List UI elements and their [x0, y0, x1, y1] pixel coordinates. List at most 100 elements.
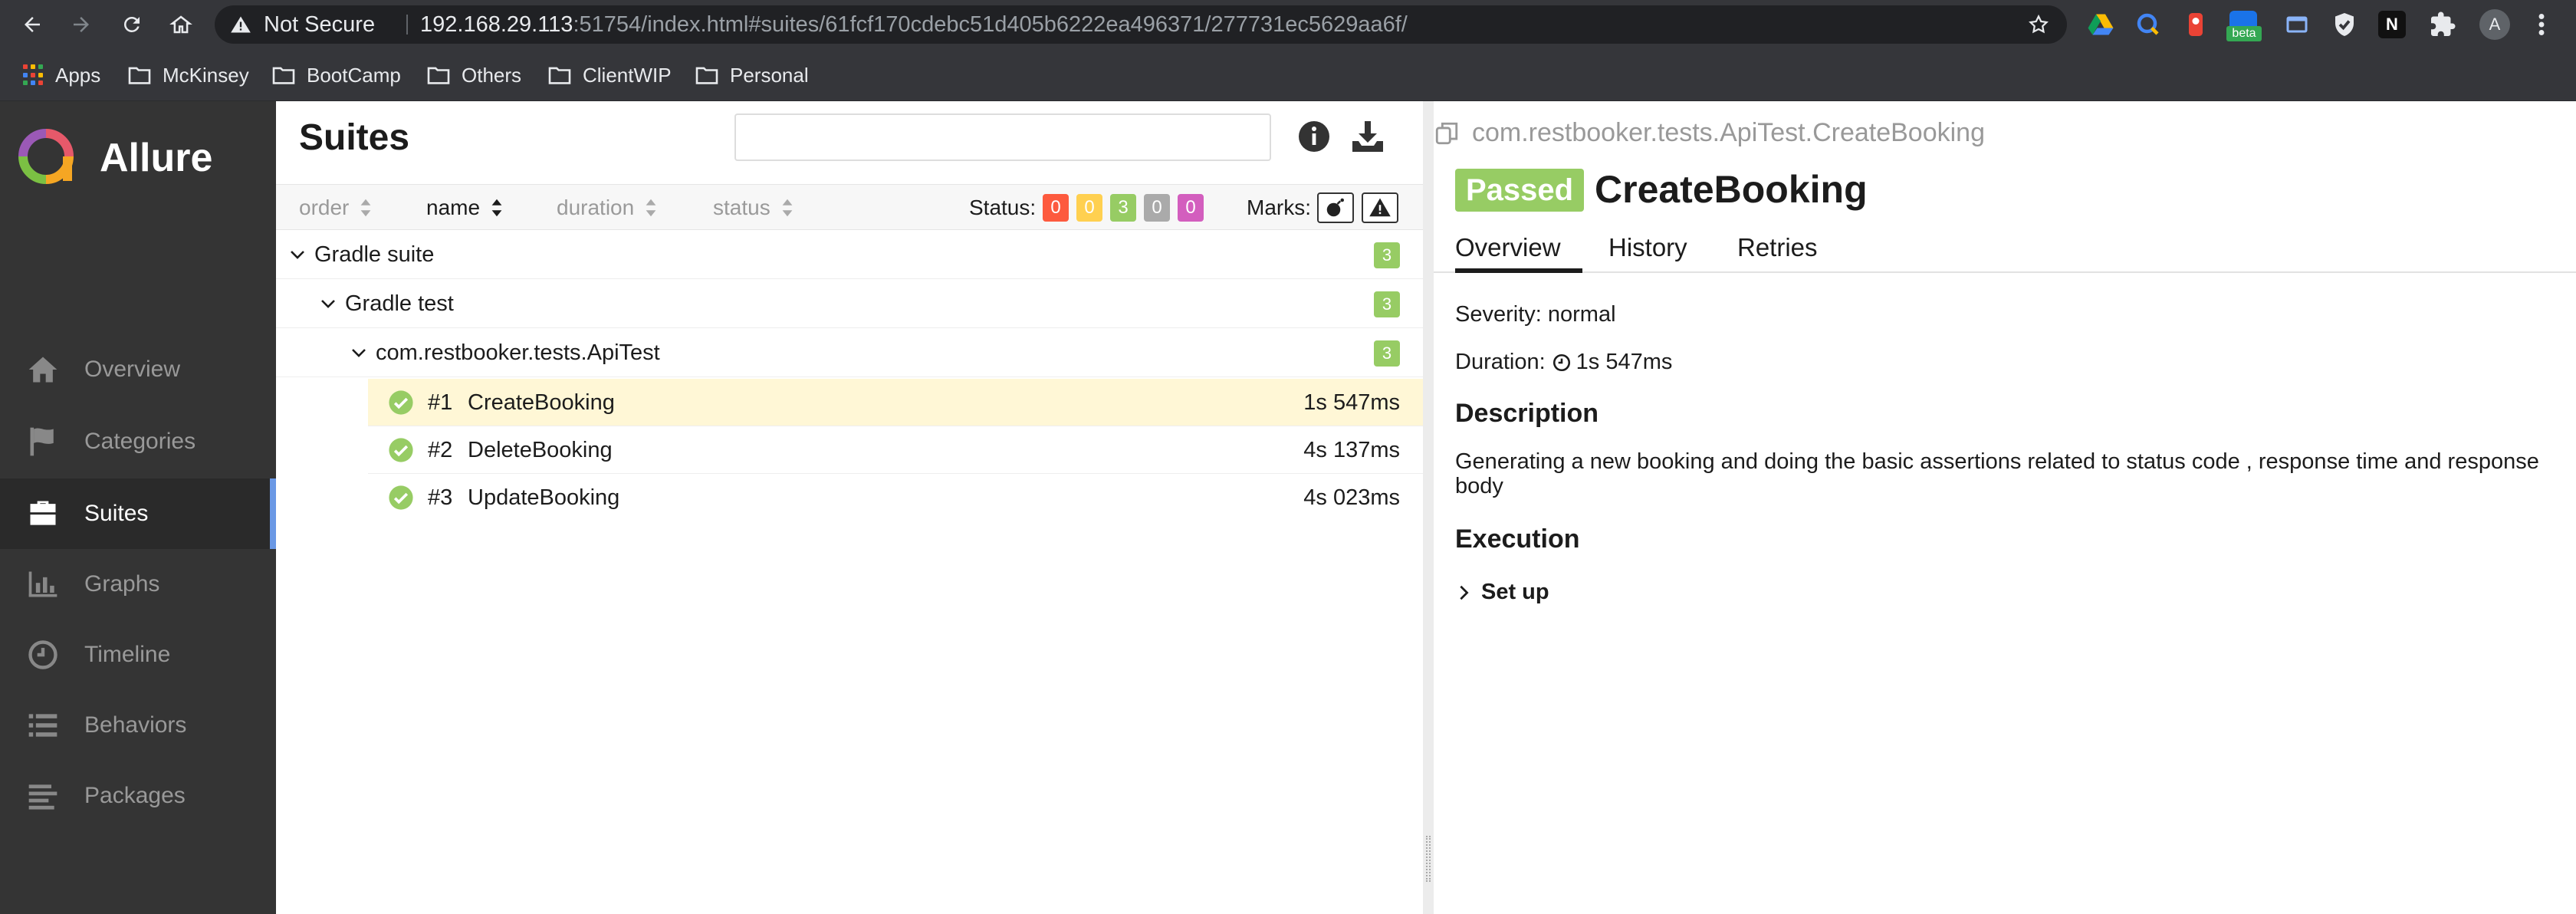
tree-group-gradle-suite[interactable]: Gradle suite 3	[276, 230, 1423, 279]
warning-triangle-icon	[1369, 198, 1391, 217]
puzzle-extensions-icon[interactable]	[2429, 11, 2456, 38]
notion-extension-icon[interactable]: N	[2378, 11, 2406, 38]
bookmark-star-icon[interactable]	[2027, 13, 2050, 36]
description-text: Generating a new booking and doing the b…	[1455, 449, 2539, 498]
passed-count-badge: 3	[1374, 340, 1400, 367]
sort-status[interactable]: status	[713, 185, 794, 231]
setup-section-toggle[interactable]: Set up	[1455, 580, 1549, 605]
sidebar-item-behaviors[interactable]: Behaviors	[0, 690, 276, 761]
info-icon[interactable]	[1296, 118, 1332, 155]
reload-button[interactable]	[115, 8, 149, 41]
mark-flaky-toggle[interactable]	[1317, 192, 1354, 223]
search-extension-icon[interactable]	[2134, 11, 2162, 38]
copy-icon[interactable]	[1434, 120, 1460, 146]
test-row-createbooking[interactable]: #1 CreateBooking 1s 547ms	[368, 379, 1423, 426]
bookmark-bootcamp[interactable]: BootCamp	[271, 49, 401, 101]
tree-group-gradle-test[interactable]: Gradle test 3	[276, 279, 1423, 328]
check-circle-icon	[389, 485, 413, 510]
status-filter-label: Status:	[969, 196, 1037, 219]
beta-badge: beta	[2226, 26, 2262, 41]
status-passed-count[interactable]: 3	[1110, 194, 1136, 222]
sidebar-item-categories[interactable]: Categories	[0, 406, 276, 477]
rocket-extension-icon[interactable]	[2182, 11, 2210, 38]
marks-filter-label: Marks:	[1247, 196, 1311, 219]
sort-arrows-icon	[491, 199, 502, 217]
check-circle-icon	[389, 390, 413, 415]
sidebar-item-graphs[interactable]: Graphs	[0, 549, 276, 620]
test-duration: 1s 547ms	[1303, 390, 1400, 415]
url-path: :51754/index.html#suites/61fcf170cdebc51…	[573, 12, 1408, 37]
passed-count-badge: 3	[1374, 291, 1400, 317]
sort-order[interactable]: order	[299, 185, 372, 231]
bookmark-apps[interactable]: Apps	[23, 49, 100, 101]
window-extension-icon[interactable]	[2283, 11, 2311, 38]
more-vert-icon[interactable]	[2530, 11, 2553, 38]
test-name: CreateBooking	[468, 390, 615, 415]
tab-retries[interactable]: Retries	[1737, 224, 1818, 273]
tree-group-label: Gradle test	[345, 291, 454, 316]
bookmark-others[interactable]: Others	[426, 49, 521, 101]
sort-label: order	[299, 196, 350, 219]
sidebar-item-suites[interactable]: Suites	[0, 478, 276, 549]
shield-extension-icon[interactable]	[2331, 11, 2358, 38]
sort-name[interactable]: name	[426, 185, 503, 231]
warning-icon	[231, 16, 251, 33]
sidebar-item-timeline[interactable]: Timeline	[0, 620, 276, 690]
status-skipped-count[interactable]: 0	[1144, 194, 1170, 222]
tab-history[interactable]: History	[1608, 224, 1687, 273]
mark-new-failed-toggle[interactable]	[1362, 192, 1398, 223]
sidebar-item-overview[interactable]: Overview	[0, 334, 276, 405]
sidebar-item-packages[interactable]: Packages	[0, 761, 276, 831]
sidebar-item-label: Suites	[84, 501, 149, 526]
folder-icon	[695, 67, 718, 84]
status-unknown-count[interactable]: 0	[1178, 194, 1204, 222]
flag-icon	[30, 427, 54, 456]
suites-pane: Suites order name duration status Status…	[276, 101, 1423, 914]
status-badge: Passed	[1455, 169, 1585, 212]
search-input[interactable]	[734, 113, 1271, 161]
tree-group-label: com.restbooker.tests.ApiTest	[376, 340, 660, 365]
home-button[interactable]	[164, 8, 198, 41]
test-full-name: com.restbooker.tests.ApiTest.CreateBooki…	[1434, 118, 1985, 148]
forward-button[interactable]	[64, 8, 98, 41]
allure-logo-icon[interactable]	[18, 129, 74, 184]
profile-avatar[interactable]: A	[2479, 9, 2510, 40]
download-icon[interactable]	[1349, 118, 1386, 155]
test-row-updatebooking[interactable]: #3 UpdateBooking 4s 023ms	[368, 474, 1423, 521]
bookmark-clientwip[interactable]: ClientWIP	[547, 49, 672, 101]
brand-name[interactable]: Allure	[100, 135, 212, 181]
tree-group-apitest[interactable]: com.restbooker.tests.ApiTest 3	[276, 328, 1423, 377]
pane-splitter[interactable]	[1423, 101, 1434, 914]
status-failed-count[interactable]: 0	[1043, 194, 1069, 222]
browser-toolbar: Not Secure 192.168.29.113:51754/index.ht…	[0, 0, 2576, 49]
tab-overview[interactable]: Overview	[1455, 224, 1582, 273]
back-button[interactable]	[15, 8, 49, 41]
sort-duration[interactable]: duration	[557, 185, 657, 231]
test-row-deletebooking[interactable]: #2 DeleteBooking 4s 137ms	[368, 426, 1423, 474]
test-detail-pane: com.restbooker.tests.ApiTest.CreateBooki…	[1434, 101, 2576, 914]
detail-tabs: Overview History Retries	[1434, 224, 2576, 273]
test-duration: 4s 023ms	[1303, 485, 1400, 510]
briefcase-icon	[30, 501, 56, 525]
url-host: 192.168.29.113	[420, 12, 573, 37]
address-bar[interactable]: Not Secure 192.168.29.113:51754/index.ht…	[215, 5, 2067, 44]
folder-icon	[548, 67, 571, 84]
google-drive-icon[interactable]	[2087, 11, 2114, 38]
url-text[interactable]: 192.168.29.113:51754/index.html#suites/6…	[406, 5, 1408, 44]
beta-extension-icon[interactable]: beta	[2226, 11, 2262, 41]
test-number: #1	[428, 390, 453, 415]
passed-count-badge: 3	[1374, 242, 1400, 268]
splitter-grip-icon[interactable]	[1426, 836, 1431, 882]
folder-icon	[128, 67, 151, 84]
test-number: #2	[428, 438, 453, 462]
not-secure-label[interactable]: Not Secure	[264, 5, 375, 44]
arrow-left-icon	[25, 17, 40, 32]
arrow-right-icon	[74, 17, 89, 32]
bookmark-personal[interactable]: Personal	[695, 49, 809, 101]
bookmark-mckinsey[interactable]: McKinsey	[127, 49, 249, 101]
status-broken-count[interactable]: 0	[1076, 194, 1102, 222]
folder-icon	[272, 67, 295, 84]
bookmark-label: McKinsey	[163, 63, 249, 87]
bookmark-label: ClientWIP	[583, 63, 672, 87]
duration-value: 1s 547ms	[1576, 350, 1673, 374]
